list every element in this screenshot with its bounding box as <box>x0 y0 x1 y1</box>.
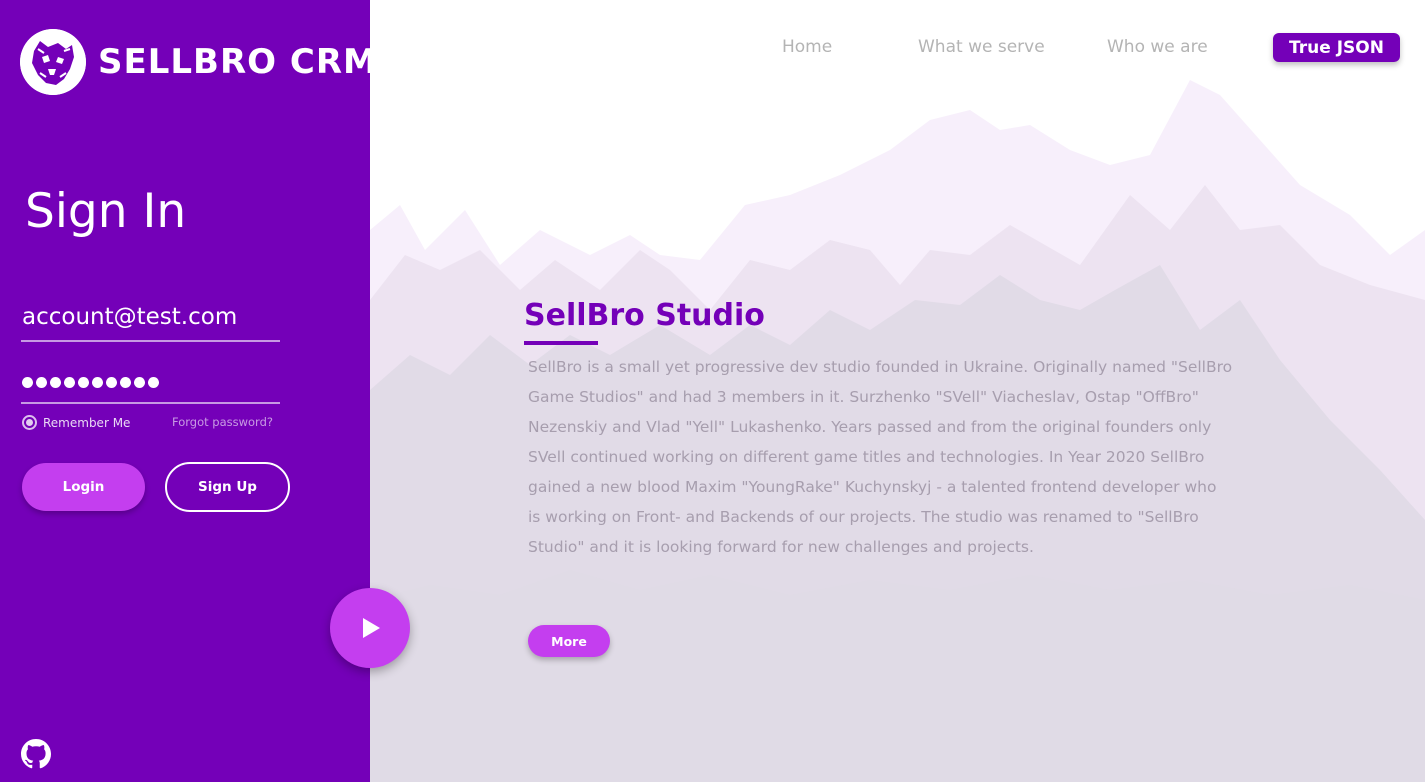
login-button[interactable]: Login <box>22 463 145 511</box>
radio-button[interactable] <box>22 415 37 430</box>
remember-me-radio[interactable]: Remember Me <box>22 415 130 430</box>
password-mask-dot <box>22 377 33 388</box>
email-field[interactable] <box>21 300 280 342</box>
studio-title: SellBro Studio <box>524 298 765 333</box>
nav-what-we-serve[interactable]: What we serve <box>918 37 1045 57</box>
password-field[interactable] <box>21 365 280 404</box>
signup-button[interactable]: Sign Up <box>165 462 290 512</box>
password-mask-dot <box>78 377 89 388</box>
password-mask-dot <box>36 377 47 388</box>
password-mask-dot <box>106 377 117 388</box>
password-mask-dot <box>50 377 61 388</box>
password-mask-dot <box>148 377 159 388</box>
nav-who-we-are[interactable]: Who we are <box>1107 37 1208 57</box>
true-json-button[interactable]: True JSON <box>1273 33 1400 62</box>
nav-home[interactable]: Home <box>782 37 832 57</box>
play-button[interactable] <box>330 588 410 668</box>
forgot-password-link[interactable]: Forgot password? <box>172 415 273 429</box>
github-icon[interactable] <box>21 739 51 769</box>
password-mask <box>22 377 159 388</box>
play-icon <box>363 618 380 638</box>
signin-title: Sign In <box>25 184 187 239</box>
radio-selected-dot <box>26 419 33 426</box>
password-mask-dot <box>120 377 131 388</box>
studio-description: SellBro is a small yet progressive dev s… <box>528 358 1233 556</box>
password-mask-dot <box>92 377 103 388</box>
signin-panel: SELLBRO CRM Sign In Remember Me Forgot p… <box>0 0 377 782</box>
more-button[interactable]: More <box>528 625 610 657</box>
title-underline <box>524 341 598 345</box>
password-mask-dot <box>134 377 145 388</box>
remember-me-label: Remember Me <box>43 415 131 430</box>
password-mask-dot <box>64 377 75 388</box>
mountain-layer-base <box>370 570 1425 782</box>
top-nav: Home What we serve Who we are True JSON <box>0 33 1425 63</box>
